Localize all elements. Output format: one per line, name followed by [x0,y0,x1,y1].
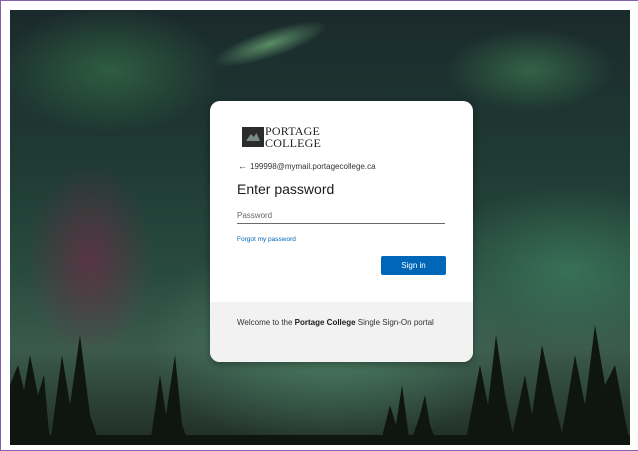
logo-line-2: COLLEGE [265,136,322,150]
page-frame: PORTAGE COLLEGE ← 199998@mymail.portagec… [0,0,638,451]
forgot-password-link[interactable]: Forgot my password [237,236,296,243]
arrow-left-icon[interactable]: ← [238,161,247,171]
welcome-suffix: Single Sign-On portal [355,318,434,327]
card-footer: Welcome to the Portage College Single Si… [210,302,473,362]
password-input[interactable] [237,207,445,224]
aurora-streak [208,12,332,76]
account-row: ← 199998@mymail.portagecollege.ca [238,161,376,171]
logo-text: PORTAGE COLLEGE [265,125,321,149]
aurora-background: PORTAGE COLLEGE ← 199998@mymail.portagec… [10,10,630,445]
sign-in-button[interactable]: Sign in [381,256,446,275]
page-title: Enter password [237,181,335,197]
logo-emblem-icon [242,127,264,147]
welcome-message: Welcome to the Portage College Single Si… [237,318,442,328]
portage-college-logo: PORTAGE COLLEGE [242,125,332,151]
login-card: PORTAGE COLLEGE ← 199998@mymail.portagec… [210,101,473,362]
account-email: 199998@mymail.portagecollege.ca [250,161,376,171]
welcome-brand: Portage College [294,318,356,327]
welcome-prefix: Welcome to the [237,318,295,327]
